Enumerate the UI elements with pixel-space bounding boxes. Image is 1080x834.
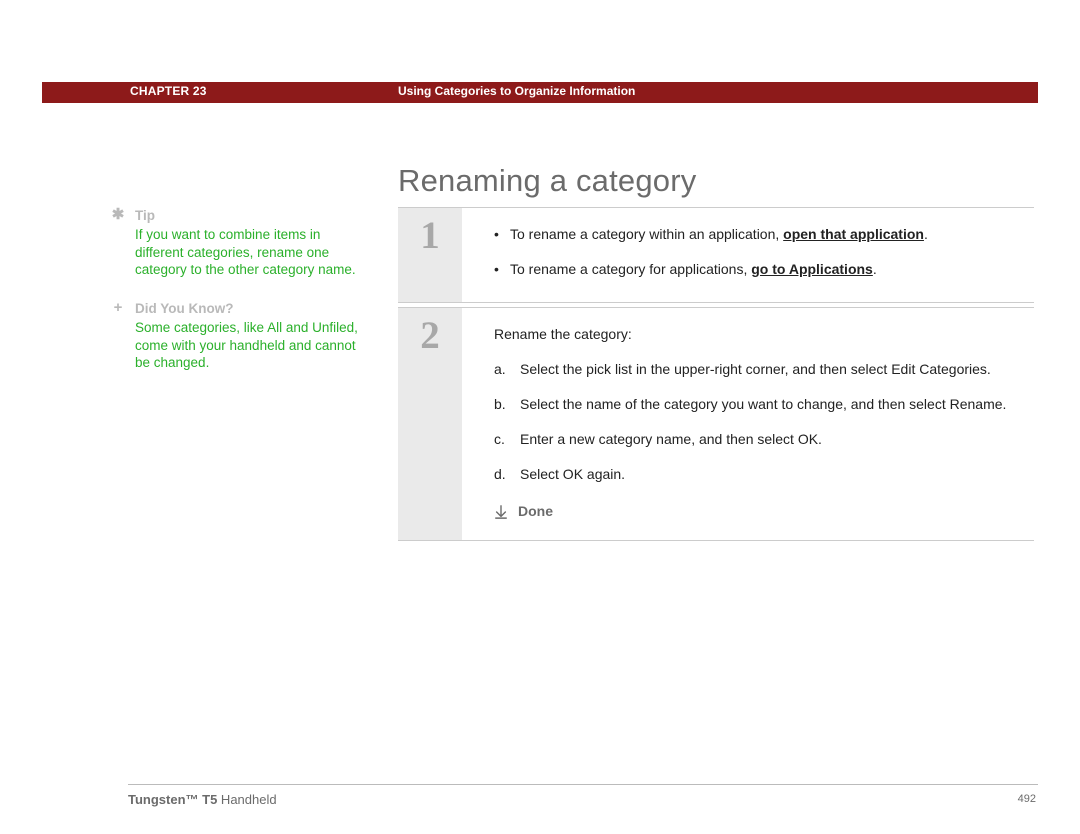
step-2-b: Select the name of the category you want…	[494, 394, 1008, 415]
tip-body: If you want to combine items in differen…	[135, 226, 365, 278]
step-2-a: Select the pick list in the upper-right …	[494, 359, 1008, 380]
go-to-applications-link[interactable]: go to Applications	[751, 261, 873, 277]
sidebar: ✱ Tip If you want to combine items in di…	[110, 207, 365, 393]
footer-product-bold: Tungsten™ T5	[128, 792, 217, 807]
step-1-bullet-2: To rename a category for applications, g…	[494, 259, 1008, 280]
step-number-cell: 1	[398, 208, 462, 302]
text: .	[873, 261, 877, 277]
text: To rename a category within an applicati…	[510, 226, 783, 242]
step-2-intro: Rename the category:	[494, 324, 1008, 345]
chapter-label: CHAPTER 23	[130, 84, 207, 98]
tip-block: ✱ Tip If you want to combine items in di…	[110, 207, 365, 278]
text: To rename a category for applications,	[510, 261, 751, 277]
step-2-c: Enter a new category name, and then sele…	[494, 429, 1008, 450]
page-number: 492	[1018, 793, 1036, 805]
tip-heading: Tip	[135, 207, 155, 224]
step-1: 1 To rename a category within an applica…	[398, 207, 1034, 303]
open-application-link[interactable]: open that application	[783, 226, 924, 242]
dyk-heading: Did You Know?	[135, 300, 234, 317]
footer-product-rest: Handheld	[217, 792, 276, 807]
step-1-body: To rename a category within an applicati…	[462, 208, 1034, 302]
plus-icon: +	[110, 300, 126, 315]
text: .	[924, 226, 928, 242]
step-2: 2 Rename the category: Select the pick l…	[398, 307, 1034, 541]
did-you-know-block: + Did You Know? Some categories, like Al…	[110, 300, 365, 371]
asterisk-icon: ✱	[110, 207, 126, 222]
done-label: Done	[518, 501, 553, 522]
step-number: 2	[420, 316, 440, 355]
step-2-d: Select OK again.	[494, 464, 1008, 485]
step-2-body: Rename the category: Select the pick lis…	[462, 308, 1034, 540]
step-1-bullet-1: To rename a category within an applicati…	[494, 224, 1008, 245]
steps-column: 1 To rename a category within an applica…	[398, 207, 1034, 545]
page: CHAPTER 23 Using Categories to Organize …	[0, 0, 1080, 834]
page-title: Renaming a category	[398, 163, 696, 199]
done-row: Done	[494, 501, 1008, 522]
dyk-body: Some categories, like All and Unfiled, c…	[135, 319, 365, 371]
down-arrow-icon	[494, 504, 510, 520]
footer-divider	[128, 784, 1038, 785]
chapter-title: Using Categories to Organize Information	[398, 84, 635, 98]
footer-product: Tungsten™ T5 Handheld	[128, 792, 277, 807]
step-number: 1	[420, 216, 440, 255]
step-number-cell: 2	[398, 308, 462, 540]
